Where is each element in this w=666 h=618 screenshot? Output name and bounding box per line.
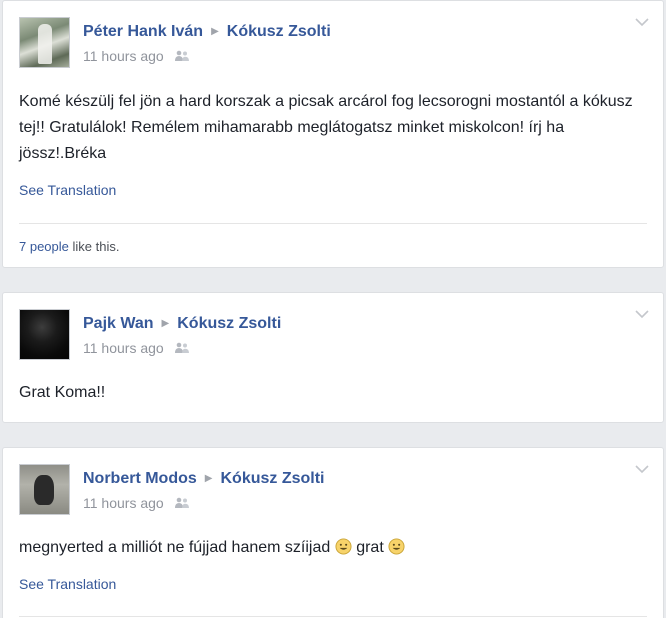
target-link[interactable]: Kókusz Zsolti — [220, 470, 324, 487]
post-names: Norbert Modos ▶ Kókusz Zsolti — [83, 470, 325, 488]
divider — [19, 616, 647, 617]
post-header: Pajk Wan ▶ Kókusz Zsolti 11 hours ago — [19, 309, 623, 361]
chevron-down-icon[interactable] — [635, 17, 649, 27]
chevron-down-icon[interactable] — [635, 464, 649, 474]
avatar[interactable] — [19, 309, 70, 360]
see-translation-link[interactable]: See Translation — [19, 576, 116, 592]
timestamp[interactable]: 11 hours ago — [83, 48, 164, 64]
post-meta: 11 hours ago — [83, 495, 190, 511]
post-card: Norbert Modos ▶ Kókusz Zsolti 11 hours ago… — [2, 447, 664, 618]
target-link[interactable]: Kókusz Zsolti — [177, 315, 281, 332]
triangle-right-icon: ▶ — [204, 473, 213, 484]
avatar-figure — [38, 24, 52, 64]
friends-icon[interactable] — [174, 497, 190, 509]
friends-icon[interactable] — [174, 342, 190, 354]
triangle-right-icon: ▶ — [161, 318, 170, 329]
post-text: megnyerted a milliót ne fújjad hanem szí… — [19, 535, 643, 561]
timestamp[interactable]: 11 hours ago — [83, 495, 164, 511]
avatar-dog — [34, 475, 54, 505]
post-names: Péter Hank Iván ▶ Kókusz Zsolti — [83, 23, 331, 41]
post-text: Komé készülj fel jön a hard korszak a pi… — [19, 93, 633, 162]
author-link[interactable]: Pajk Wan — [83, 315, 154, 332]
post-header: Péter Hank Iván ▶ Kókusz Zsolti 11 hours a… — [19, 17, 623, 69]
post-text-part: megnyerted a milliót ne fújjad hanem szí… — [19, 539, 331, 556]
see-translation-link[interactable]: See Translation — [19, 182, 116, 198]
avatar[interactable] — [19, 464, 70, 515]
author-link[interactable]: Norbert Modos — [83, 470, 197, 487]
post-text-part: grat — [356, 539, 384, 556]
post-header: Norbert Modos ▶ Kókusz Zsolti 11 hours ago — [19, 464, 623, 516]
author-link[interactable]: Péter Hank Iván — [83, 23, 203, 40]
triangle-right-icon: ▶ — [211, 26, 219, 37]
post-meta: 11 hours ago — [83, 48, 190, 64]
smile-emoji-icon — [388, 538, 405, 555]
friends-icon[interactable] — [174, 50, 190, 62]
post-names: Pajk Wan ▶ Kókusz Zsolti — [83, 315, 281, 333]
chevron-down-icon[interactable] — [635, 309, 649, 319]
likes-summary: 7 people like this. — [19, 239, 119, 254]
post-card: Péter Hank Iván ▶ Kókusz Zsolti 11 hours a… — [2, 0, 664, 268]
timestamp[interactable]: 11 hours ago — [83, 340, 164, 356]
target-link[interactable]: Kókusz Zsolti — [227, 23, 331, 40]
likes-count-link[interactable]: 7 people — [19, 239, 69, 254]
likes-suffix: like this. — [72, 239, 120, 254]
post-text: Grat Koma!! — [19, 384, 106, 401]
avatar[interactable] — [19, 17, 70, 68]
feed: Péter Hank Iván ▶ Kókusz Zsolti 11 hours a… — [0, 0, 666, 618]
divider — [19, 223, 647, 224]
smile-emoji-icon — [335, 538, 352, 555]
post-meta: 11 hours ago — [83, 340, 190, 356]
post-card: Pajk Wan ▶ Kókusz Zsolti 11 hours ago Grat… — [2, 292, 664, 423]
